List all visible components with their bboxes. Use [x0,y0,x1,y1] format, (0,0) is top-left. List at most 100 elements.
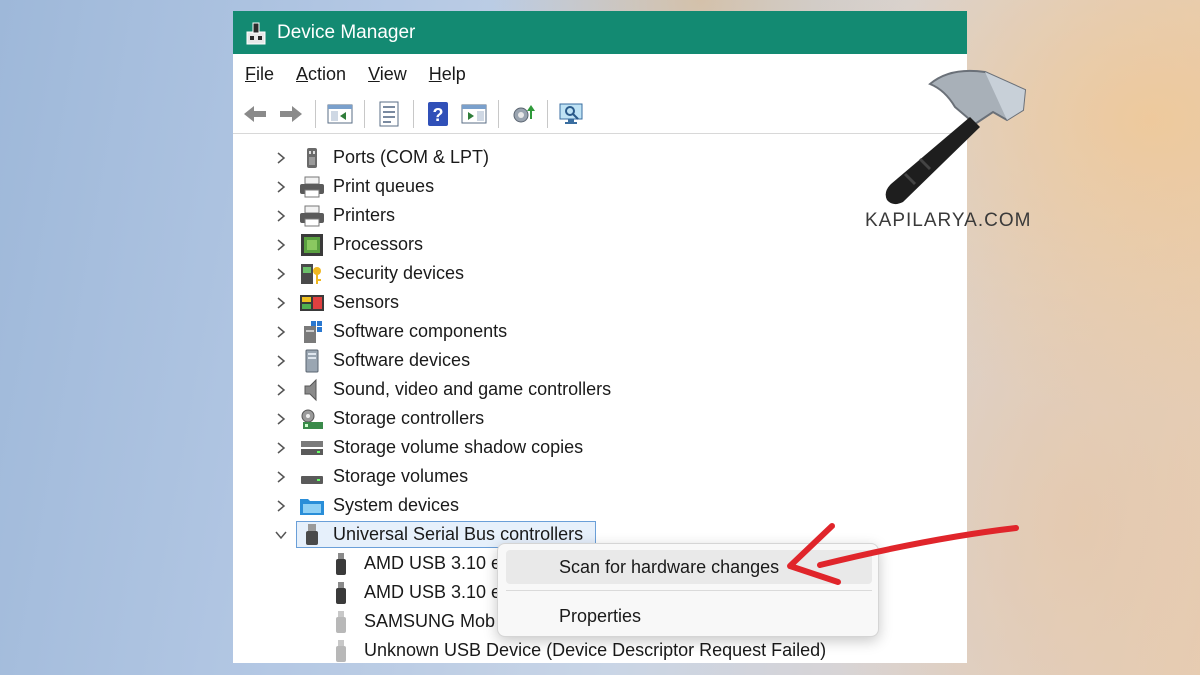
tree-item-label: Processors [333,234,424,254]
menu-item-label: Scan for hardware changes [559,556,780,577]
chevron-right-icon[interactable] [273,382,289,398]
tree-item-label: Printers [333,205,396,225]
tree-item-sensors[interactable]: Sensors [233,288,967,317]
title-bar: Device Manager [233,11,967,54]
toolbar-separator [364,99,365,128]
update-driver-button[interactable] [508,99,538,129]
chevron-right-icon[interactable] [273,208,289,224]
tree-item-storage-volume-shadow-copies[interactable]: Storage volume shadow copies [233,433,967,462]
tree-item-label: SAMSUNG Mob [364,611,496,631]
watermark-text: KAPILARYA.COM [865,210,1032,231]
chevron-right-icon[interactable] [273,295,289,311]
tree-item-label: Storage volumes [333,466,469,486]
usb-plug-icon [336,639,346,662]
menu-action[interactable]: Action [296,64,346,85]
chevron-down-icon[interactable] [273,527,289,543]
tree-item-label: Universal Serial Bus controllers [333,524,584,544]
annotation-arrow-icon [787,523,1019,585]
forward-arrow-icon [280,105,302,122]
tree-item-label: Storage controllers [333,408,485,428]
window-title: Device Manager [277,21,416,43]
menu-help[interactable]: Help [429,64,466,85]
security-key-icon [301,263,321,284]
tree-item-software-components[interactable]: Software components [233,317,967,346]
tree-item-processors[interactable]: Processors [233,230,967,259]
system-folder-icon [300,498,324,515]
toolbar-separator [498,99,499,128]
back-button[interactable] [240,99,270,129]
chevron-right-icon[interactable] [273,411,289,427]
action-pane-button[interactable] [459,99,489,129]
help-icon: ? [428,101,448,126]
menu-bar: File Action View Help [233,54,967,94]
tree-item-label: Software components [333,321,508,341]
forward-button[interactable] [276,99,306,129]
drive-icon [301,475,323,484]
port-icon [307,147,317,168]
chevron-right-icon[interactable] [273,266,289,282]
tree-item-printers[interactable]: Printers [233,201,967,230]
toolbar-separator [315,99,316,128]
menu-item-label: Properties [559,605,642,626]
tree-item-label: Software devices [333,350,471,370]
chevron-right-icon[interactable] [273,179,289,195]
usb-plug-icon [336,581,346,604]
menu-file[interactable]: File [245,64,274,85]
tree-item-label: Sound, video and game controllers [333,379,612,399]
show-hide-console-tree-icon [327,104,353,123]
action-pane-icon [461,104,487,123]
tree-item-label: Ports (COM & LPT) [333,147,490,167]
scan-hardware-icon [559,103,583,124]
toolbar: ? [233,94,967,134]
svg-text:?: ? [433,105,444,125]
help-button[interactable]: ? [423,99,453,129]
chevron-right-icon[interactable] [273,353,289,369]
tree-item-label: AMD USB 3.10 e [364,582,502,602]
software-device-icon [305,349,319,372]
usb-plug-icon [336,610,346,633]
tree-item-storage-controllers[interactable]: Storage controllers [233,404,967,433]
tree-item-label: Print queues [333,176,435,196]
tree-item-sound-video-game[interactable]: Sound, video and game controllers [233,375,967,404]
chevron-right-icon[interactable] [273,498,289,514]
chevron-right-icon[interactable] [273,469,289,485]
properties-button[interactable] [374,99,404,129]
tree-item-label: Storage volume shadow copies [333,437,584,457]
tree-item-label: System devices [333,495,460,515]
chevron-right-icon[interactable] [273,150,289,166]
tree-item-print-queues[interactable]: Print queues [233,172,967,201]
tree-item-storage-volumes[interactable]: Storage volumes [233,462,967,491]
hammer-logo-icon [885,69,1027,205]
chevron-right-icon[interactable] [273,324,289,340]
menu-properties[interactable]: Properties [506,599,872,633]
show-hide-console-tree-button[interactable] [325,99,355,129]
tree-item-label: Security devices [333,263,465,283]
menu-view[interactable]: View [368,64,407,85]
printer-icon [300,176,324,197]
tree-item-label: Sensors [333,292,400,312]
tree-item-system-devices[interactable]: System devices [233,491,967,520]
drive-icon [301,440,323,455]
chevron-right-icon[interactable] [273,237,289,253]
storage-controller-icon [301,409,323,429]
toolbar-separator [547,99,548,128]
tree-item-label: Unknown USB Device (Device Descriptor Re… [364,640,827,660]
tree-item-software-devices[interactable]: Software devices [233,346,967,375]
processor-icon [301,233,323,256]
scan-hardware-button[interactable] [557,99,587,129]
device-manager-icon [246,22,266,44]
update-driver-icon [513,104,535,122]
software-component-icon [304,320,322,343]
tree-item-security-devices[interactable]: Security devices [233,259,967,288]
toolbar-separator [413,99,414,128]
usb-plug-icon [336,552,346,575]
tree-child-unknown-usb[interactable]: Unknown USB Device (Device Descriptor Re… [233,636,967,663]
sensor-icon [300,294,324,311]
chevron-right-icon[interactable] [273,440,289,456]
usb-icon [306,523,318,545]
tree-item-label: AMD USB 3.10 e [364,553,502,573]
back-arrow-icon [244,105,266,122]
speaker-icon [304,378,317,401]
properties-icon [379,101,399,126]
tree-item-ports[interactable]: Ports (COM & LPT) [233,143,967,172]
